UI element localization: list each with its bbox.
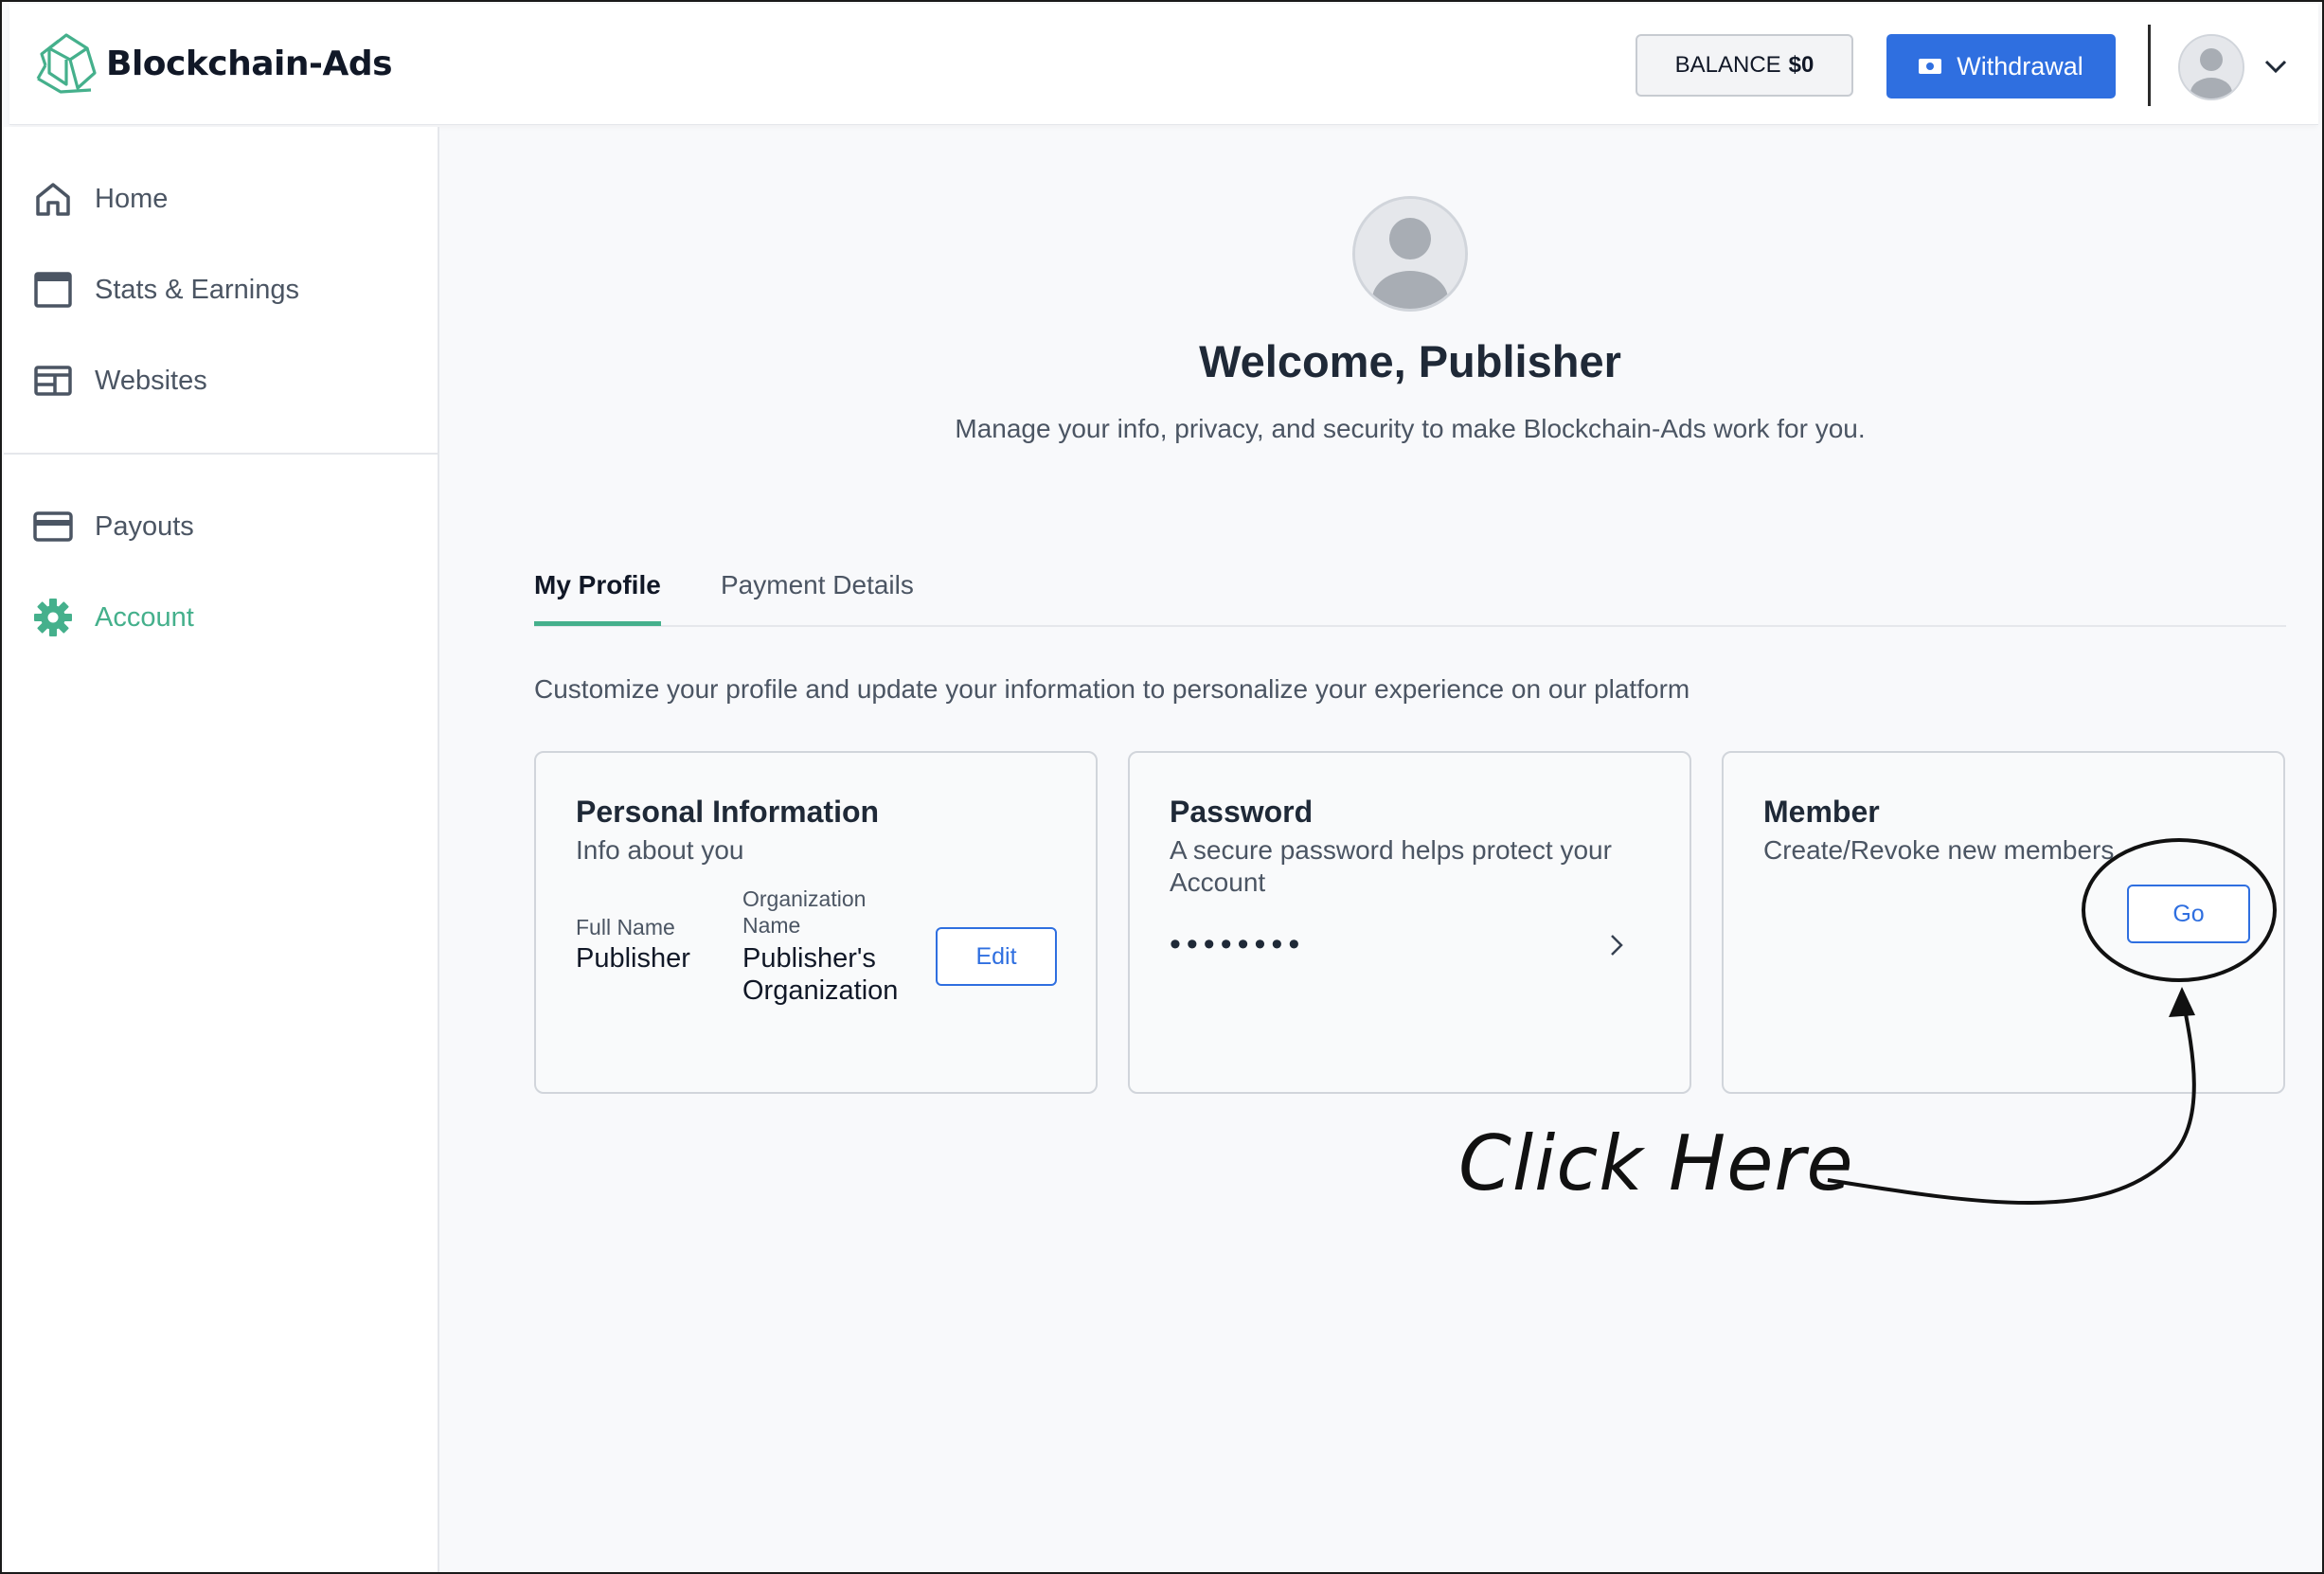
window-icon xyxy=(34,272,72,308)
user-avatar[interactable] xyxy=(2178,34,2244,100)
withdrawal-button[interactable]: Withdrawal xyxy=(1886,34,2116,98)
page-subtitle: Manage your info, privacy, and security … xyxy=(955,414,1866,443)
org-name-label: Organization Name xyxy=(742,886,867,938)
app-window: Blockchain-Ads BALANCE $0 Withdrawal Hom… xyxy=(0,0,2324,1574)
sidebar: Home Stats & Earnings Websites Payouts A… xyxy=(4,127,439,1572)
home-icon xyxy=(36,183,70,216)
cash-icon xyxy=(1919,59,1942,74)
sidebar-divider xyxy=(4,453,439,455)
card-subtitle: Info about you xyxy=(576,835,744,865)
sidebar-item-stats-earnings[interactable]: Stats & Earnings xyxy=(32,261,411,318)
card-title: Personal Information xyxy=(576,795,880,829)
chevron-down-icon[interactable] xyxy=(2263,59,2288,74)
card-title: Member xyxy=(1763,795,1880,829)
brand-name: Blockchain-Ads xyxy=(106,44,393,83)
sidebar-item-label: Account xyxy=(95,601,194,633)
password-card[interactable]: Password A secure password helps protect… xyxy=(1128,751,1691,1094)
full-name-value: Publisher xyxy=(576,943,690,974)
sidebar-item-label: Payouts xyxy=(95,510,194,542)
blockchain-ads-logo-icon xyxy=(36,33,97,94)
profile-avatar xyxy=(1352,196,1468,312)
user-icon xyxy=(1355,199,1465,309)
profile-intro-text: Customize your profile and update your i… xyxy=(534,674,1690,704)
sidebar-item-account[interactable]: Account xyxy=(32,589,411,646)
password-masked: •••••••• xyxy=(1170,926,1306,962)
balance-label: BALANCE xyxy=(1674,52,1781,78)
top-header: Blockchain-Ads BALANCE $0 Withdrawal xyxy=(9,4,2318,125)
page-title: Welcome, Publisher xyxy=(1199,336,1621,386)
sidebar-item-payouts[interactable]: Payouts xyxy=(32,498,411,555)
gear-icon xyxy=(34,599,72,636)
credit-card-icon xyxy=(33,511,73,542)
user-icon xyxy=(2180,36,2243,98)
balance-amount: $0 xyxy=(1788,52,1815,78)
member-card: Member Create/Revoke new members Go xyxy=(1722,751,2285,1094)
card-subtitle: A secure password helps protect your Acc… xyxy=(1170,835,1612,897)
header-divider xyxy=(2148,25,2151,106)
layout-icon xyxy=(34,366,72,396)
profile-tabs: My Profile Payment Details xyxy=(534,561,2286,627)
card-subtitle: Create/Revoke new members xyxy=(1763,835,2115,865)
annotation-label: Click Here xyxy=(1458,1119,1854,1207)
full-name-label: Full Name xyxy=(576,915,675,939)
brand-logo[interactable]: Blockchain-Ads xyxy=(32,30,393,97)
sidebar-item-home[interactable]: Home xyxy=(32,170,411,227)
withdrawal-label: Withdrawal xyxy=(1957,51,2083,80)
balance-button[interactable]: BALANCE $0 xyxy=(1636,34,1853,97)
edit-button[interactable]: Edit xyxy=(936,927,1057,986)
go-button[interactable]: Go xyxy=(2127,885,2250,943)
tab-payment-details[interactable]: Payment Details xyxy=(721,570,914,621)
tab-my-profile[interactable]: My Profile xyxy=(534,570,661,626)
sidebar-item-label: Websites xyxy=(95,365,207,396)
org-name-value: Publisher's Organization xyxy=(742,943,899,1006)
chevron-right-icon[interactable] xyxy=(1609,933,1624,957)
sidebar-item-label: Home xyxy=(95,183,169,214)
card-title: Password xyxy=(1170,795,1314,829)
sidebar-item-websites[interactable]: Websites xyxy=(32,352,411,409)
sidebar-item-label: Stats & Earnings xyxy=(95,274,299,305)
personal-info-card: Personal Information Info about you Full… xyxy=(534,751,1098,1094)
